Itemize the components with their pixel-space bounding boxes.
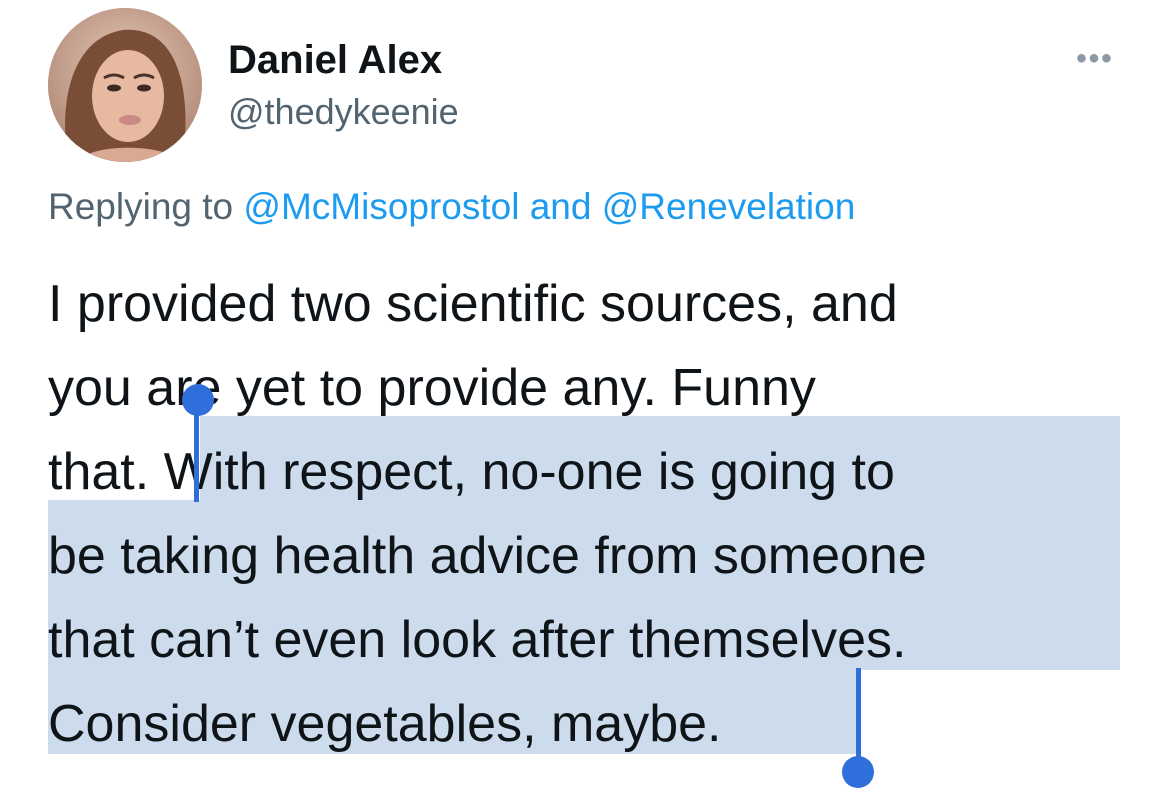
tweet-text-line: I provided two scientific sources, and	[48, 275, 898, 333]
more-options-button[interactable]: •••	[1066, 44, 1124, 74]
replying-prefix: Replying to	[48, 186, 234, 227]
tweet-text-fragment: that.	[48, 443, 164, 501]
tweet: Daniel Alex @thedykeenie ••• Replying to…	[0, 0, 1170, 811]
tweet-text[interactable]: I provided two scientific sources, and y…	[48, 262, 1138, 766]
tweet-text-line: that. With respect, no-one is going to	[48, 430, 1138, 514]
selection-end-handle[interactable]	[842, 756, 874, 788]
selected-text-line: Consider vegetables, maybe.	[48, 695, 722, 753]
mention-link-mcmisoprostol[interactable]: @McMisoprostol	[243, 186, 519, 227]
replying-to: Replying to @McMisoprostol and @Renevela…	[48, 184, 855, 230]
selected-text: With respect, no-one is going to	[163, 443, 895, 501]
replying-and[interactable]: and	[530, 186, 592, 227]
user-handle[interactable]: @thedykeenie	[228, 90, 459, 134]
selection-end-caret	[856, 668, 861, 770]
more-horizontal-icon: •••	[1076, 42, 1114, 75]
selection-start-caret	[194, 404, 199, 502]
display-name[interactable]: Daniel Alex	[228, 36, 442, 84]
selected-text-line: that can’t even look after themselves.	[48, 611, 907, 669]
selected-text-line: be taking health advice from someone	[48, 527, 927, 585]
tweet-text-line: you are yet to provide any. Funny	[48, 359, 816, 417]
avatar[interactable]	[48, 8, 202, 162]
mention-link-renevelation[interactable]: @Renevelation	[602, 186, 856, 227]
avatar-image	[48, 8, 202, 162]
